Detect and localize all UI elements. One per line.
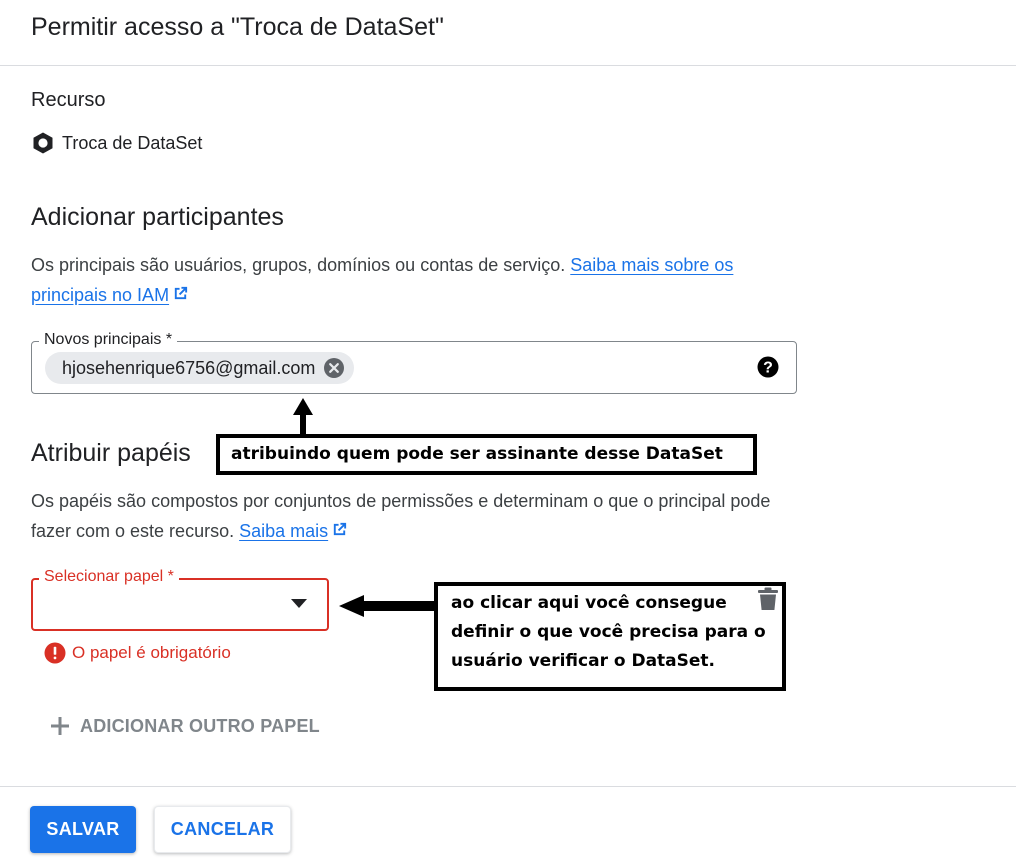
svg-text:?: ?	[763, 360, 773, 377]
footer-divider	[0, 786, 1016, 787]
plus-icon	[51, 717, 69, 735]
assign-roles-text: Os papéis são compostos por conjuntos de…	[31, 491, 771, 541]
add-role-button[interactable]: ADICIONAR OUTRO PAPEL	[48, 714, 320, 738]
assign-roles-description: Os papéis são compostos por conjuntos de…	[31, 486, 811, 546]
role-error: O papel é obrigatório	[44, 642, 231, 664]
role-error-text: O papel é obrigatório	[72, 643, 231, 662]
annotation-role: ao clicar aqui você consegue definir o q…	[434, 582, 786, 691]
annotation-left-arrow	[339, 595, 434, 617]
bigquery-hexagon-icon	[33, 132, 53, 154]
add-members-text: Os principais são usuários, grupos, domí…	[31, 255, 571, 275]
role-select-label: Selecionar papel *	[39, 568, 179, 586]
principal-chip[interactable]: hjosehenrique6756@gmail.com	[45, 352, 355, 384]
error-icon	[44, 642, 66, 664]
chip-remove-icon[interactable]	[323, 357, 345, 379]
add-role-label: ADICIONAR OUTRO PAPEL	[80, 715, 320, 736]
add-members-title: Adicionar participantes	[31, 203, 284, 231]
dialog-title: Permitir acesso a "Troca de DataSet"	[31, 13, 444, 41]
trash-icon[interactable]	[757, 587, 779, 611]
resource-label: Recurso	[31, 89, 106, 111]
chip-email: hjosehenrique6756@gmail.com	[62, 357, 316, 378]
learn-more-link[interactable]: Saiba mais	[239, 521, 348, 541]
header-divider	[0, 65, 1016, 66]
resource-name: Troca de DataSet	[62, 132, 203, 153]
help-icon[interactable]: ?	[757, 356, 779, 378]
external-link-icon	[333, 522, 347, 536]
new-principals-label: Novos principais *	[39, 331, 178, 349]
add-members-description: Os principais são usuários, grupos, domí…	[31, 250, 811, 310]
annotation-principals: atribuindo quem pode ser assinante desse…	[216, 434, 757, 475]
external-link-icon	[174, 286, 188, 300]
cancel-button[interactable]: CANCELAR	[154, 806, 291, 853]
resource-row: Troca de DataSet	[31, 131, 202, 155]
save-button[interactable]: SALVAR	[30, 806, 136, 853]
assign-roles-title: Atribuir papéis	[31, 439, 191, 467]
dropdown-arrow-icon[interactable]	[291, 599, 307, 608]
